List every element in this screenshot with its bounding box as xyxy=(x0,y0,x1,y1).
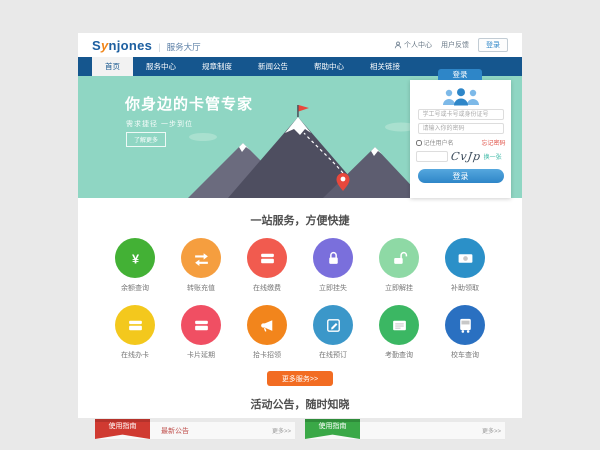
announcements-title: 活动公告，随时知晓 xyxy=(78,396,522,412)
service-label: 校车查询 xyxy=(451,350,479,360)
more-link-right[interactable]: 更多>> xyxy=(482,426,505,435)
lock-icon[interactable] xyxy=(313,238,353,278)
announcement-columns: 使用指南 最新公告 更多>> 使用指南 更多>> xyxy=(95,422,505,440)
mountains-illustration xyxy=(173,103,423,198)
captcha-image[interactable]: CvJp xyxy=(450,150,482,163)
nav-item-3[interactable]: 新闻公告 xyxy=(245,57,301,76)
service-item[interactable]: 补助领取 xyxy=(432,238,498,293)
service-item[interactable]: 拾卡招领 xyxy=(234,305,300,360)
captcha-refresh-link[interactable]: 换一张 xyxy=(484,152,502,161)
login-submit-button[interactable]: 登录 xyxy=(418,169,504,183)
service-item[interactable]: 卡片延期 xyxy=(168,305,234,360)
user-feedback-link[interactable]: 用户反馈 xyxy=(441,40,469,50)
nav-item-0[interactable]: 首页 xyxy=(92,57,133,76)
nav-item-2[interactable]: 规章制度 xyxy=(189,57,245,76)
person-icon xyxy=(394,41,402,49)
service-item[interactable]: 转账充值 xyxy=(168,238,234,293)
login-panel: 登录 记住用户名 忘记密码 CvJp 换一张 登录 xyxy=(410,80,511,198)
logo-text: Synjones xyxy=(92,38,152,53)
guide-ribbon-green[interactable]: 使用指南 xyxy=(305,419,360,439)
remember-label: 记住用户名 xyxy=(424,138,454,147)
captcha-row: CvJp 换一张 xyxy=(416,150,506,163)
service-label: 转账充值 xyxy=(187,283,215,293)
services-section: 一站服务，方便快捷 ¥ 余额查询 转账充值 在线缴费 立即挂失 立即解挂 补助领取在线办卡 卡… xyxy=(78,198,522,386)
services-title: 一站服务，方便快捷 xyxy=(78,212,522,228)
svg-text:¥: ¥ xyxy=(131,251,139,266)
announcement-bar-left: 使用指南 最新公告 更多>> xyxy=(95,422,295,440)
announcement-bar-right: 使用指南 更多>> xyxy=(305,422,505,440)
site-page: Synjones | 服务大厅 个人中心 用户反馈 登录 首页服务中心规章制度新… xyxy=(78,33,522,418)
nav-item-1[interactable]: 服务中心 xyxy=(133,57,189,76)
card-icon[interactable] xyxy=(181,305,221,345)
service-label: 考勤查询 xyxy=(385,350,413,360)
service-label: 卡片延期 xyxy=(187,350,215,360)
forgot-password-link[interactable]: 忘记密码 xyxy=(481,138,505,147)
transfer-icon[interactable] xyxy=(181,238,221,278)
latest-announcements-tab[interactable]: 最新公告 xyxy=(161,426,189,436)
remember-checkbox[interactable] xyxy=(416,140,422,146)
header-links: 个人中心 用户反馈 登录 xyxy=(394,38,508,52)
edit-icon[interactable] xyxy=(313,305,353,345)
service-item[interactable]: 在线缴费 xyxy=(234,238,300,293)
captcha-input[interactable] xyxy=(416,151,448,162)
bus-icon[interactable] xyxy=(445,305,485,345)
guide-ribbon-red[interactable]: 使用指南 xyxy=(95,419,150,439)
service-label: 在线缴费 xyxy=(253,283,281,293)
service-item[interactable]: 在线预订 xyxy=(300,305,366,360)
service-item[interactable]: 考勤查询 xyxy=(366,305,432,360)
more-services-button[interactable]: 更多服务>> xyxy=(267,371,333,386)
card-icon[interactable] xyxy=(115,305,155,345)
announcement-column-left: 使用指南 最新公告 更多>> xyxy=(95,422,295,440)
nav-item-4[interactable]: 帮助中心 xyxy=(301,57,357,76)
service-item[interactable]: 校车查询 xyxy=(432,305,498,360)
username-input[interactable] xyxy=(418,109,504,120)
service-label: 在线预订 xyxy=(319,350,347,360)
service-item[interactable]: 立即解挂 xyxy=(366,238,432,293)
nav-item-5[interactable]: 相关链接 xyxy=(357,57,413,76)
services-grid: ¥ 余额查询 转账充值 在线缴费 立即挂失 立即解挂 补助领取在线办卡 卡片延期 拾卡招领 在线预… xyxy=(102,238,498,360)
more-link-left[interactable]: 更多>> xyxy=(272,426,295,435)
users-group-icon xyxy=(439,87,483,106)
service-label: 立即挂失 xyxy=(319,283,347,293)
site-name: 服务大厅 xyxy=(167,41,201,53)
header-login-button[interactable]: 登录 xyxy=(478,38,508,52)
banknote-icon[interactable] xyxy=(445,238,485,278)
service-label: 立即解挂 xyxy=(385,283,413,293)
service-label: 在线办卡 xyxy=(121,350,149,360)
password-input[interactable] xyxy=(418,123,504,134)
unlock-icon[interactable] xyxy=(379,238,419,278)
card-icon[interactable] xyxy=(247,238,287,278)
list-icon[interactable] xyxy=(379,305,419,345)
hero-cta-button[interactable]: 了解更多 xyxy=(126,132,166,147)
service-item[interactable]: 立即挂失 xyxy=(300,238,366,293)
logo[interactable]: Synjones | 服务大厅 xyxy=(92,38,201,53)
personal-center-link[interactable]: 个人中心 xyxy=(394,40,432,50)
announcements-section: 活动公告，随时知晓 使用指南 最新公告 更多>> 使用指南 更多>> xyxy=(78,396,522,440)
user-feedback-label: 用户反馈 xyxy=(441,40,469,50)
service-label: 余额查询 xyxy=(121,283,149,293)
service-item[interactable]: ¥ 余额查询 xyxy=(102,238,168,293)
announcement-column-right: 使用指南 更多>> xyxy=(305,422,505,440)
yuan-icon[interactable]: ¥ xyxy=(115,238,155,278)
header: Synjones | 服务大厅 个人中心 用户反馈 登录 xyxy=(78,33,522,57)
personal-center-label: 个人中心 xyxy=(404,40,432,50)
service-label: 拾卡招领 xyxy=(253,350,281,360)
service-label: 补助领取 xyxy=(451,283,479,293)
logo-swoosh-icon: y xyxy=(101,38,109,53)
service-item[interactable]: 在线办卡 xyxy=(102,305,168,360)
remember-row: 记住用户名 忘记密码 xyxy=(416,138,506,147)
megaphone-icon[interactable] xyxy=(247,305,287,345)
login-tab[interactable]: 登录 xyxy=(438,69,482,80)
logo-divider: | xyxy=(158,42,160,52)
